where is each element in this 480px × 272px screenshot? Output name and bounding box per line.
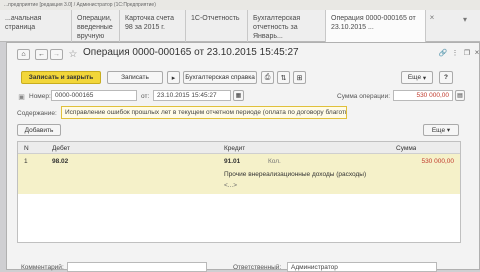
table-header: N Дебет Кредит Сумма	[18, 142, 460, 154]
section-tabs: ...ачальная страница Операции, введенные…	[0, 10, 480, 42]
number-field[interactable]: 0000-000165	[51, 90, 137, 101]
more-button-label: Еще	[407, 74, 422, 81]
accounting-reference-button[interactable]: Бухгалтерская справка	[183, 71, 257, 84]
content-label: Содержание:	[17, 110, 57, 117]
close-window-icon[interactable]: ×	[473, 48, 480, 57]
date-field[interactable]: 23.10.2015 15:45:27	[153, 90, 231, 101]
more-vertical-icon[interactable]: ⋮	[451, 49, 459, 57]
print-icon[interactable]: ⎙	[261, 71, 274, 84]
link-icon[interactable]: 🔗	[439, 49, 448, 57]
entries-table: N Дебет Кредит Сумма 1 98.02 91.01 Кол. …	[17, 141, 461, 243]
table-row[interactable]: 1 98.02 91.01 Кол. Прочие внереализацион…	[18, 154, 460, 194]
post-and-close-button[interactable]: Записать и закрыть	[21, 71, 101, 84]
table-more-button[interactable]: Еще ▾	[423, 124, 459, 136]
add-row-button[interactable]: Добавить	[17, 124, 61, 136]
col-header-debit: Дебет	[52, 145, 70, 152]
document-title: Операция 0000-000165 от 23.10.2015 15:45…	[83, 47, 299, 58]
col-header-credit: Кредит	[224, 145, 246, 152]
col-header-number: N	[24, 145, 29, 152]
responsible-field[interactable]: Администратор	[287, 262, 437, 272]
row-number: 1	[24, 158, 28, 165]
content-field[interactable]: Исправление ошибок прошлых лет в текущем…	[61, 106, 347, 119]
credit-account[interactable]: 91.01	[224, 158, 240, 165]
document-window: ⌂ ← → ☆ Операция 0000-000165 от 23.10.20…	[6, 42, 480, 272]
tab-accounting-reports[interactable]: Бухгалтерская отчетность за Январь...	[248, 10, 326, 42]
row-amount[interactable]: 530 000,00	[378, 158, 454, 165]
col-header-amount: Сумма	[396, 145, 417, 152]
tab-1c-reporting[interactable]: 1С-Отчетность	[186, 10, 248, 42]
favorite-star-icon[interactable]: ☆	[67, 48, 79, 60]
calculator-icon[interactable]: ▤	[455, 90, 465, 101]
operation-amount-label: Сумма операции:	[337, 93, 390, 100]
attach-icon[interactable]: ⊞	[293, 71, 306, 84]
back-arrow-icon[interactable]: ←	[35, 49, 48, 60]
date-label: от:	[141, 93, 150, 100]
operation-amount-field[interactable]: 530 000,00	[393, 90, 453, 101]
calendar-icon[interactable]: ▦	[233, 90, 244, 101]
structure-icon[interactable]: ⇅	[277, 71, 290, 84]
window-title: ...предприятие [редакция 3.0] / Админист…	[0, 0, 480, 10]
home-icon[interactable]: ⌂	[17, 49, 30, 60]
attached-files-icon[interactable]: ▣	[17, 92, 26, 101]
table-more-label: Еще	[431, 126, 446, 134]
debit-account[interactable]: 98.02	[52, 158, 68, 165]
tab-operation-165[interactable]: Операция 0000-000165 от 23.10.2015 ...	[326, 10, 426, 42]
number-label: Номер:	[29, 93, 51, 100]
tabs-menu-chevron-icon[interactable]: ▾	[460, 14, 470, 24]
more-button[interactable]: Еще ▾	[401, 71, 433, 84]
tab-manual-operations[interactable]: Операции, введенные вручную	[72, 10, 120, 42]
credit-subconto-2[interactable]: <...>	[224, 182, 237, 189]
post-icon[interactable]: ▸	[167, 71, 180, 84]
save-button[interactable]: Записать	[107, 71, 163, 84]
quantity-label: Кол.	[268, 158, 281, 165]
credit-subconto[interactable]: Прочие внереализационные доходы (расходы…	[224, 171, 366, 178]
forward-arrow-icon[interactable]: →	[50, 49, 63, 60]
restore-window-icon[interactable]: ❐	[463, 49, 471, 57]
tab-home[interactable]: ...ачальная страница	[0, 10, 72, 42]
tab-account-card-98[interactable]: Карточка счета 98 за 2015 г.	[120, 10, 186, 42]
help-button[interactable]: ?	[439, 71, 453, 84]
comment-field[interactable]	[67, 262, 207, 272]
close-tab-icon[interactable]: ×	[428, 13, 436, 22]
